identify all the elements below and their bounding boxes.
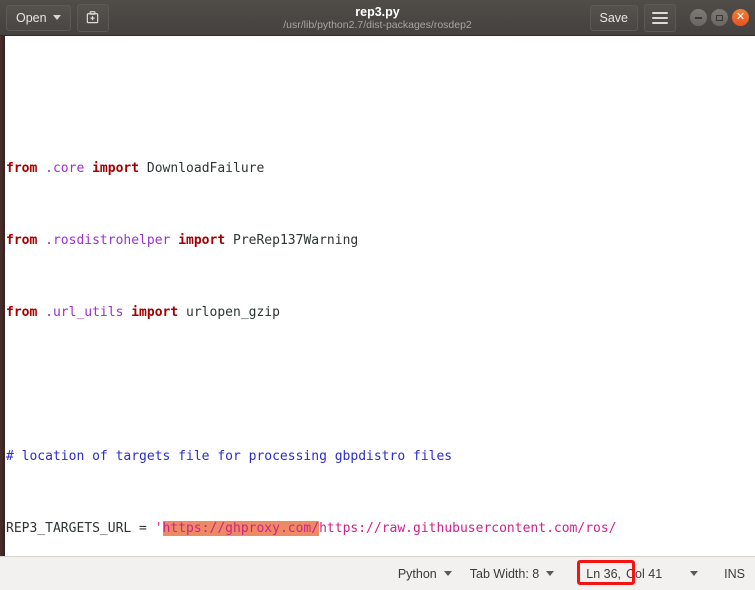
token-keyword: import xyxy=(178,233,226,248)
line-number-label: Ln 36, xyxy=(586,566,622,581)
token-identifier: DownloadFailure xyxy=(139,161,265,176)
token-keyword: from xyxy=(6,305,38,320)
token-string: ' xyxy=(154,521,163,536)
code-line: from .core import DownloadFailure xyxy=(6,160,755,178)
token-keyword: from xyxy=(6,161,38,176)
language-selector[interactable]: Python xyxy=(398,567,452,581)
close-button[interactable]: ✕ xyxy=(732,9,749,26)
titlebar-left-controls: Open xyxy=(6,3,109,32)
cursor-position-group[interactable]: Ln 36, Col 41 xyxy=(577,559,699,585)
gedit-window: Open rep3.py /usr/lib/python2.7/dist-pac… xyxy=(0,0,755,590)
tab-width-label: Tab Width: 8 xyxy=(469,566,540,581)
token-module: .core xyxy=(37,161,93,176)
editor-left-margin-strip xyxy=(0,36,5,556)
chevron-down-icon xyxy=(443,571,452,576)
code-line: REP3_TARGETS_URL = 'https://ghproxy.com/… xyxy=(6,520,755,538)
token-keyword: from xyxy=(6,233,38,248)
code-editor-area[interactable]: from .core import DownloadFailure from .… xyxy=(0,36,755,556)
token-keyword: import xyxy=(131,305,179,320)
column-number-label: Col 41 xyxy=(626,566,663,581)
code-text[interactable]: from .core import DownloadFailure from .… xyxy=(6,36,755,556)
menu-button[interactable] xyxy=(644,3,676,32)
token-comment: # location of targets file for processin… xyxy=(6,449,453,464)
page-title: rep3.py xyxy=(355,4,400,19)
token-identifier: urlopen_gzip xyxy=(178,305,280,320)
chevron-down-icon xyxy=(52,15,61,20)
titlebar: Open rep3.py /usr/lib/python2.7/dist-pac… xyxy=(0,0,755,36)
open-button-label: Open xyxy=(16,10,47,25)
token-module: .url_utils xyxy=(37,305,132,320)
status-bar: Python Tab Width: 8 Ln 36, Col 41 INS xyxy=(0,556,755,590)
hamburger-menu-icon xyxy=(652,11,668,24)
minimize-icon xyxy=(695,16,702,19)
maximize-icon xyxy=(716,14,723,21)
titlebar-right-controls: Save ✕ xyxy=(589,3,749,32)
minimize-button[interactable] xyxy=(690,9,707,26)
token-identifier: PreRep137Warning xyxy=(225,233,359,248)
token-module: .rosdistrohelper xyxy=(37,233,179,248)
token-string: https://raw.githubusercontent.com/ros/ xyxy=(319,521,617,536)
language-label: Python xyxy=(397,566,437,581)
code-line: from .url_utils import urlopen_gzip xyxy=(6,304,755,322)
code-line: # location of targets file for processin… xyxy=(6,448,755,466)
window-buttons: ✕ xyxy=(690,9,749,26)
tab-width-selector[interactable]: Tab Width: 8 xyxy=(469,566,555,581)
save-button[interactable]: Save xyxy=(589,4,638,31)
chevron-down-icon[interactable] xyxy=(690,571,699,576)
file-path-subtitle: /usr/lib/python2.7/dist-packages/rosdep2 xyxy=(283,18,472,31)
insert-mode-label: INS xyxy=(724,566,745,581)
open-button[interactable]: Open xyxy=(6,4,71,31)
close-icon: ✕ xyxy=(735,11,746,23)
code-line: from .rosdistrohelper import PreRep137Wa… xyxy=(6,232,755,250)
token-identifier: REP3_TARGETS_URL = xyxy=(6,521,155,536)
save-button-label: Save xyxy=(599,10,629,25)
chevron-down-icon xyxy=(546,571,555,576)
token-keyword: import xyxy=(92,161,140,176)
highlighted-url-fragment: https://ghproxy.com/ xyxy=(162,521,320,536)
maximize-button[interactable] xyxy=(711,9,728,26)
new-document-button[interactable] xyxy=(76,3,109,32)
new-document-icon xyxy=(86,11,99,24)
